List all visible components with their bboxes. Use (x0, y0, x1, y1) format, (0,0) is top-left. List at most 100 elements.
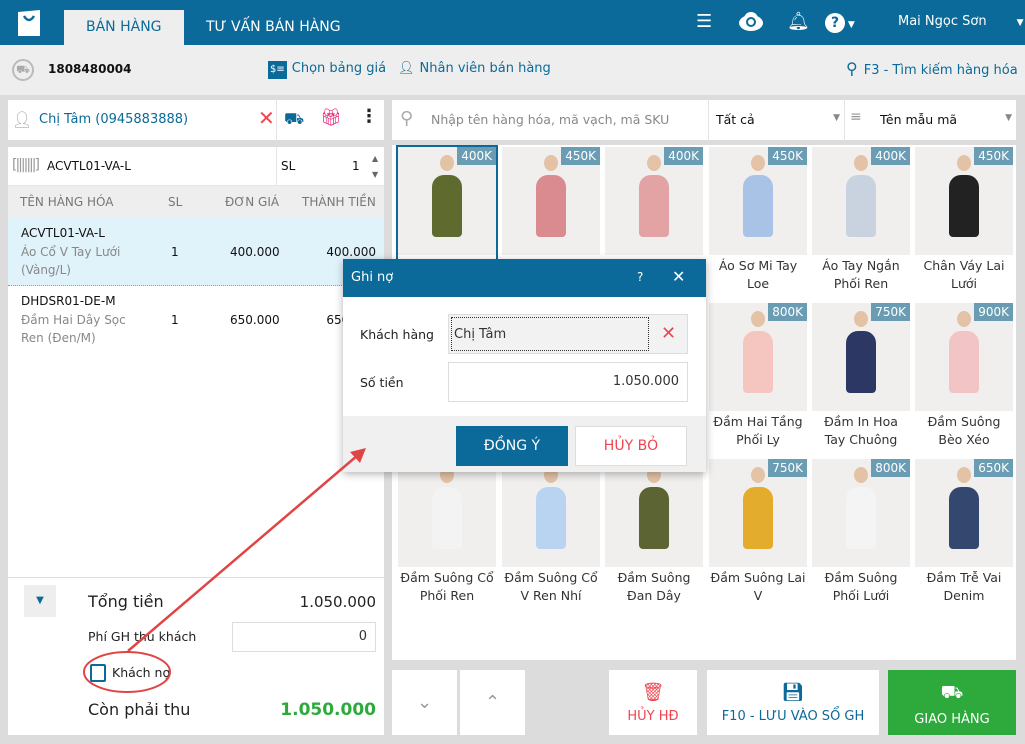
product-image (398, 459, 496, 567)
save-icon: 💾︎ (781, 682, 805, 703)
item-code: DHDSR01-DE-M (21, 294, 116, 308)
product-image: 650K (915, 459, 1013, 567)
price-badge: 450K (561, 147, 600, 165)
delivery-truck-icon[interactable]: ⛟ (284, 109, 304, 130)
product-search-input[interactable]: Nhập tên hàng hóa, mã vạch, mã SKU (431, 112, 669, 127)
product-tile[interactable]: 450K Chân Váy Lai Lưới (915, 147, 1013, 293)
cancel-button[interactable]: HỦY BỎ (575, 426, 687, 466)
tab-ban-hang[interactable]: BÁN HÀNG (64, 10, 184, 45)
price-list-button[interactable]: $≡ Chọn bảng giá (268, 60, 386, 79)
product-tile[interactable]: 450K (502, 147, 600, 275)
customer-field[interactable]: Chị Tâm ✕ (448, 314, 688, 354)
product-image: 800K (812, 459, 910, 567)
cancel-invoice-button[interactable]: 🗑︎ HỦY HĐ (609, 670, 697, 735)
customer-name[interactable]: Chị Tâm (0945883888) (39, 112, 188, 127)
product-tile[interactable]: 400K (396, 145, 498, 277)
item-qty[interactable]: 1 (171, 245, 179, 259)
qty-input[interactable]: 1 (352, 159, 360, 173)
product-tile[interactable]: 750K Đầm In Hoa Tay Chuông (812, 303, 910, 449)
sort-select[interactable]: ≡ Tên mẫu mã ▼ (844, 100, 1016, 140)
product-tile[interactable]: 800K Đầm Hai Tầng Phối Ly (709, 303, 807, 449)
col-total: THÀNH TIỀN (302, 195, 376, 209)
product-tile[interactable]: Đầm Suông Cổ V Ren Nhí (502, 459, 600, 605)
customer-debt-label[interactable]: Khách nợ (112, 665, 170, 680)
col-price: ĐƠN GIÁ (225, 195, 280, 209)
clear-customer-icon[interactable]: ✕ (661, 323, 676, 344)
menu-icon[interactable]: ☰ (696, 10, 712, 34)
item-code: ACVTL01-VA-L (21, 226, 105, 240)
search-icon: ⚲ (846, 59, 858, 78)
price-list-label: Chọn bảng giá (291, 61, 387, 76)
price-badge: 450K (974, 147, 1013, 165)
bell-icon[interactable]: 🔔︎ (787, 10, 810, 34)
barcode-row: [|||||||] ACVTL01-VA-L SL 1 ▲ ▼ (8, 147, 384, 186)
save-delivery-label: F10 - LƯU VÀO SỔ GH (721, 709, 865, 724)
remove-customer-icon[interactable]: ✕ (258, 106, 275, 130)
customer-label: Khách hàng (360, 327, 434, 342)
tab-tu-van-ban-hang[interactable]: TƯ VẤN BÁN HÀNG (184, 10, 363, 45)
sales-staff-button[interactable]: 👤︎ Nhân viên bán hàng (398, 60, 551, 78)
product-tile[interactable]: 400K (605, 147, 703, 275)
product-tile[interactable]: 900K Đầm Suông Bèo Xéo (915, 303, 1013, 449)
product-name: Đan Dây (627, 588, 681, 603)
cloud-sync-icon[interactable] (738, 10, 764, 39)
product-search-shortcut[interactable]: ⚲ F3 - Tìm kiếm hàng hóa (846, 60, 1018, 80)
customer-debt-checkbox[interactable] (90, 664, 106, 682)
scroll-up-button[interactable]: ⌃ (460, 670, 525, 735)
item-qty[interactable]: 1 (171, 313, 179, 327)
price-list-icon: $≡ (268, 61, 287, 79)
user-menu[interactable]: Mai Ngọc Sơn ▼ (898, 14, 1024, 29)
scroll-down-button[interactable]: ⌄ (392, 670, 457, 735)
product-name: Bèo Xéo (938, 432, 990, 447)
cart-row[interactable]: DHDSR01-DE-M Đầm Hai Dây Sọc Ren (Đen/M)… (8, 286, 384, 577)
amount-input[interactable]: 1.050.000 (448, 362, 688, 402)
category-select[interactable]: Tất cả ▼ (708, 100, 844, 140)
col-qty: SL (168, 195, 183, 209)
qty-stepper[interactable]: ▲ ▼ (372, 151, 378, 183)
close-icon[interactable]: ✕ (672, 267, 685, 286)
product-tile[interactable]: 800K Đầm Suông Phối Lưới (812, 459, 910, 605)
product-tile[interactable]: 750K Đầm Suông Lai V (709, 459, 807, 605)
deliver-button[interactable]: ⛟ GIAO HÀNG (888, 670, 1016, 735)
customer-bar: 👤︎ Chị Tâm (0945883888) ✕ ⛟ 🎁︎ ⋮ (8, 100, 384, 140)
product-tile[interactable]: Đầm Suông Đan Dây (605, 459, 703, 605)
product-name: Phối Ly (736, 432, 780, 447)
amount-due-value: 1.050.000 (280, 700, 376, 720)
product-name: Đầm Suông (617, 570, 691, 585)
user-name: Mai Ngọc Sơn (898, 14, 987, 29)
product-name: Phối Lưới (832, 588, 890, 603)
logo-icon (14, 8, 48, 38)
debt-dialog: Ghi nợ ? ✕ Khách hàng Chị Tâm ✕ Số tiền … (343, 259, 706, 472)
price-badge: 750K (768, 459, 807, 477)
shipping-fee-input[interactable]: 0 (232, 622, 376, 652)
product-name: Đầm Hai Tầng (713, 414, 803, 429)
product-tile[interactable]: 400K Áo Tay Ngắn Phối Ren (812, 147, 910, 293)
total-value: 1.050.000 (299, 593, 376, 611)
product-name: Đầm Suông (824, 570, 898, 585)
expand-summary-button[interactable]: ▼ (24, 585, 56, 617)
product-image: 400K (398, 147, 496, 255)
item-price: 400.000 (230, 245, 280, 259)
cart-row[interactable]: ACVTL01-VA-L Áo Cổ V Tay Lưới (Vàng/L) 1… (8, 218, 384, 286)
help-icon[interactable]: ? ▼ (825, 10, 855, 37)
product-image (605, 459, 703, 567)
confirm-button[interactable]: ĐỒNG Ý (456, 426, 568, 466)
product-image: 450K (502, 147, 600, 255)
product-tile[interactable]: Đầm Suông Cổ Phối Ren (398, 459, 496, 605)
help-icon[interactable]: ? (637, 270, 643, 284)
product-name: Chân Váy Lai (923, 258, 1005, 273)
deliver-label: GIAO HÀNG (914, 712, 990, 727)
barcode-input[interactable]: ACVTL01-VA-L (47, 159, 131, 173)
gift-icon[interactable]: 🎁︎ (320, 108, 342, 128)
cancel-invoice-label: HỦY HĐ (627, 709, 679, 724)
sort-icon: ≡ (850, 109, 862, 125)
product-tile[interactable]: 450K Áo Sơ Mi Tay Loe (709, 147, 807, 293)
product-search-bar: ⚲ Nhập tên hàng hóa, mã vạch, mã SKU Tất… (392, 100, 1016, 140)
dialog-title: Ghi nợ (351, 270, 394, 285)
person-icon: 👤︎ (12, 110, 33, 129)
save-delivery-button[interactable]: 💾︎ F10 - LƯU VÀO SỔ GH (707, 670, 879, 735)
product-tile[interactable]: 650K Đầm Trễ Vai Denim (915, 459, 1013, 605)
more-options-icon[interactable]: ⋮ (360, 106, 378, 127)
product-image: 450K (709, 147, 807, 255)
product-name: Đầm Suông (927, 414, 1001, 429)
